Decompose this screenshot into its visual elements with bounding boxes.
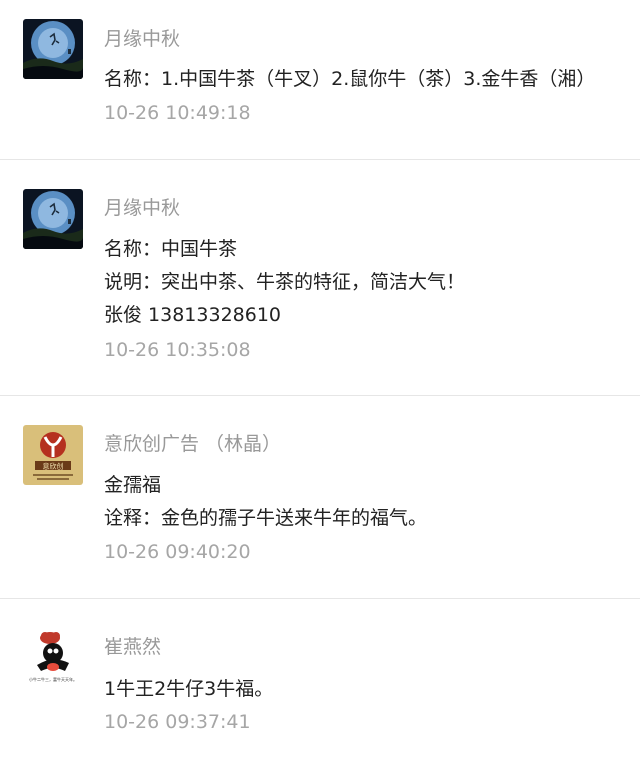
comment-author[interactable]: 月缘中秋	[104, 24, 180, 51]
comment-timestamp: 10-26 09:37:41	[104, 711, 251, 733]
comment-item: 意欣创 意欣创广告 （林晶） 金孺福 诠释：金色的孺子牛送来牛年的福气。 10-…	[0, 395, 640, 599]
avatar[interactable]: 意欣创	[23, 425, 83, 485]
comment-text-line: 名称：中国牛茶	[104, 238, 238, 260]
comment-timestamp: 10-26 10:49:18	[104, 102, 251, 124]
comment-text-line: 1牛王2牛仔3牛福。	[104, 678, 274, 700]
moon-night-avatar-icon	[23, 189, 83, 249]
comment-timestamp: 10-26 10:35:08	[104, 339, 251, 361]
comment-text-line: 名称：1.中国牛茶（牛叉）2.鼠你牛（茶）3.金牛香（湘）	[104, 68, 596, 90]
comment-item: 月缘中秋 名称：1.中国牛茶（牛叉）2.鼠你牛（茶）3.金牛香（湘） 10-26…	[0, 0, 640, 160]
comment-item: 月缘中秋 名称：中国牛茶 说明：突出中茶、牛茶的特征，简洁大气！ 张俊 1381…	[0, 159, 640, 396]
comment-author[interactable]: 崔燕然	[104, 632, 161, 659]
comment-text-line: 说明：突出中茶、牛茶的特征，简洁大气！	[104, 271, 466, 293]
moon-night-avatar-icon	[23, 19, 83, 79]
comment-feed: 月缘中秋 名称：1.中国牛茶（牛叉）2.鼠你牛（茶）3.金牛香（湘） 10-26…	[0, 0, 640, 765]
comment-timestamp: 10-26 09:40:20	[104, 541, 251, 563]
avatar[interactable]: 小牛二牛三，富牛天天年。	[23, 629, 83, 689]
avatar-caption: 小牛二牛三，富牛天天年。	[29, 676, 77, 682]
comment-text-line: 张俊 13813328610	[104, 304, 282, 326]
comment-text-line: 诠释：金色的孺子牛送来牛年的福气。	[104, 507, 428, 529]
avatar[interactable]	[23, 189, 83, 249]
comment-item: 小牛二牛三，富牛天天年。 崔燕然 1牛王2牛仔3牛福。 10-26 09:37:…	[0, 598, 640, 765]
comment-text-line: 金孺福	[104, 474, 162, 496]
comment-author[interactable]: 意欣创广告 （林晶）	[104, 429, 281, 456]
agency-logo-avatar-icon: 意欣创	[23, 425, 83, 485]
avatar-logo-text: 意欣创	[43, 462, 64, 471]
cartoon-avatar-icon: 小牛二牛三，富牛天天年。	[23, 629, 83, 689]
avatar[interactable]	[23, 19, 83, 79]
comment-author[interactable]: 月缘中秋	[104, 193, 180, 220]
